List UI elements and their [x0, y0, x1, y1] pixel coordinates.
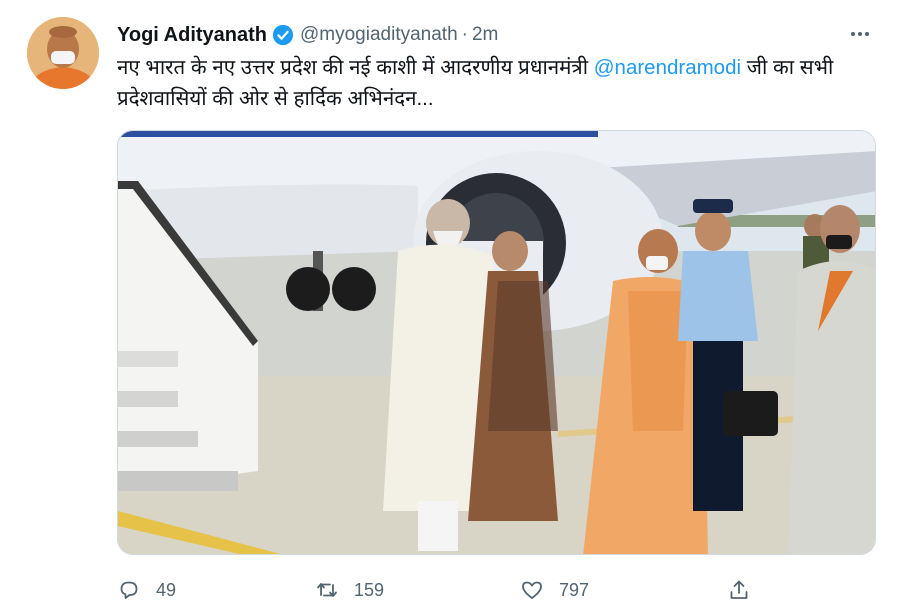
photo-image — [118, 131, 875, 554]
reply-button[interactable]: 49 — [117, 572, 176, 608]
tweet-actions-bar: 49 159 797 — [117, 572, 877, 608]
reply-count: 49 — [156, 579, 177, 600]
header-separator: · — [461, 24, 468, 45]
more-options-icon[interactable] — [845, 22, 875, 46]
tweet-header: Yogi Adityanath @myogiadityanath · 2m — [117, 22, 498, 48]
tweet-text-part1: नए भारत के नए उत्तर प्रदेश की नई काशी मे… — [117, 56, 594, 79]
tweet-photo[interactable] — [117, 130, 876, 555]
share-icon — [730, 580, 748, 599]
author-handle[interactable]: @myogiadityanath — [300, 24, 458, 46]
avatar-image — [27, 17, 99, 89]
like-count: 797 — [559, 579, 590, 600]
author-name[interactable]: Yogi Adityanath — [117, 24, 267, 47]
retweet-icon — [317, 583, 337, 597]
author-avatar[interactable] — [27, 17, 99, 89]
retweet-count: 159 — [354, 579, 385, 600]
tweet-timestamp[interactable]: 2m — [472, 24, 498, 46]
mention-link[interactable]: @narendramodi — [594, 56, 741, 79]
verified-badge-icon — [272, 24, 294, 46]
like-button[interactable]: 797 — [520, 572, 589, 608]
share-button[interactable] — [727, 572, 751, 608]
heart-icon — [522, 581, 542, 599]
tweet-text: नए भारत के नए उत्तर प्रदेश की नई काशी मे… — [117, 52, 877, 114]
retweet-button[interactable]: 159 — [315, 572, 384, 608]
reply-icon — [120, 581, 138, 599]
